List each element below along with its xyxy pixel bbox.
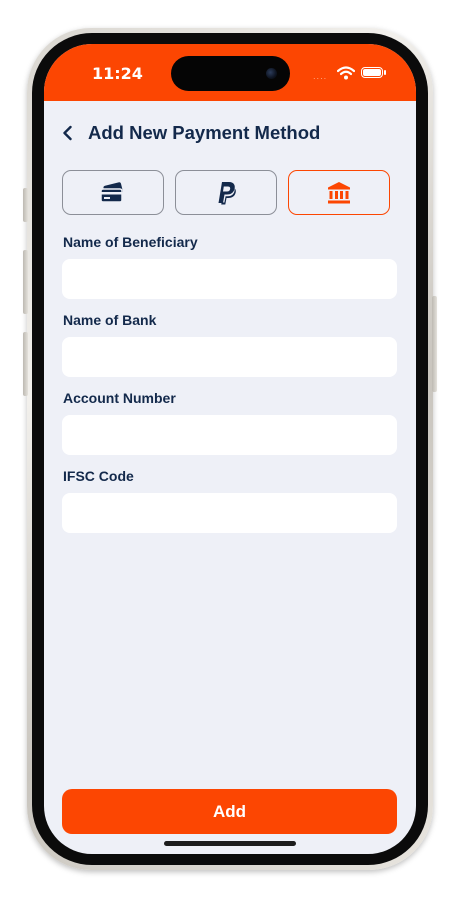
tab-bank[interactable] <box>288 170 390 215</box>
add-button[interactable]: Add <box>62 789 397 834</box>
app-screen: 11:24 .... Add New Payment Method Name o… <box>44 44 416 854</box>
action-button <box>23 188 28 222</box>
wifi-icon <box>337 66 355 80</box>
bank-name-input[interactable] <box>62 337 397 377</box>
home-indicator[interactable] <box>164 841 296 846</box>
volume-up-button <box>23 250 28 314</box>
account-number-label: Account Number <box>63 390 176 406</box>
signal-icon: .... <box>313 72 328 81</box>
volume-down-button <box>23 332 28 396</box>
page-header: Add New Payment Method <box>62 121 382 145</box>
camera-icon <box>266 68 277 79</box>
page-title: Add New Payment Method <box>88 122 321 143</box>
credit-card-icon <box>100 181 123 203</box>
payment-method-tabs <box>62 170 391 216</box>
battery-icon <box>361 67 383 78</box>
bank-icon <box>328 181 350 203</box>
account-number-input[interactable] <box>62 415 397 455</box>
bank-name-label: Name of Bank <box>63 312 157 328</box>
status-bar: 11:24 .... <box>44 44 416 101</box>
ifsc-code-input[interactable] <box>62 493 397 533</box>
ifsc-code-label: IFSC Code <box>63 468 134 484</box>
battery-tip <box>384 70 386 75</box>
beneficiary-name-input[interactable] <box>62 259 397 299</box>
tab-paypal[interactable] <box>175 170 277 215</box>
power-button <box>432 296 437 392</box>
tab-card[interactable] <box>62 170 164 215</box>
beneficiary-name-label: Name of Beneficiary <box>63 234 198 250</box>
status-time: 11:24 <box>92 64 143 83</box>
chevron-left-icon[interactable] <box>62 124 76 142</box>
status-indicators: .... <box>313 66 393 81</box>
paypal-icon <box>218 181 236 204</box>
